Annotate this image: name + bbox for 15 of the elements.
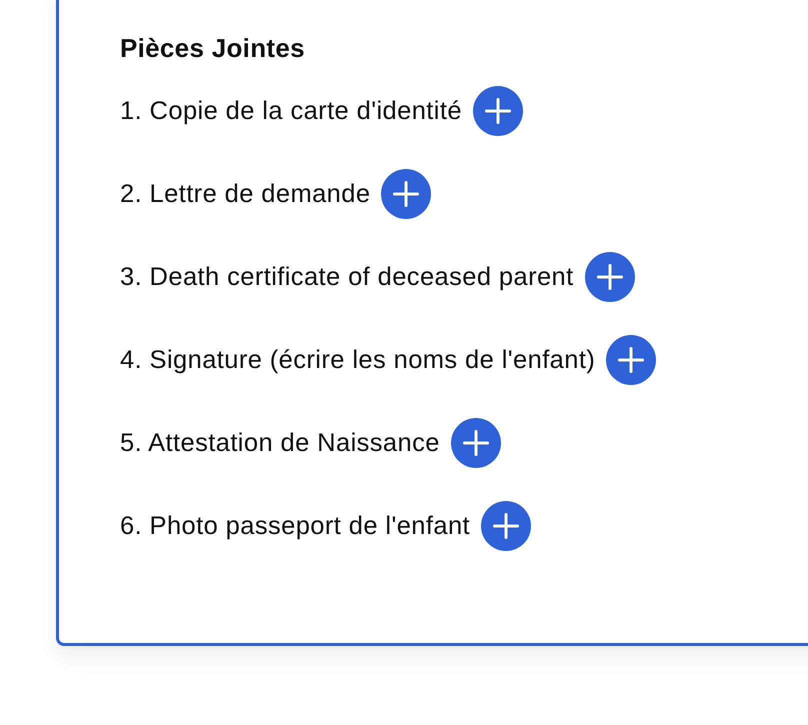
attachment-label: 5. Attestation de Naissance xyxy=(120,428,440,458)
add-button[interactable] xyxy=(472,86,523,136)
attachment-label: 3. Death certificate of deceased parent xyxy=(120,262,574,292)
plus-icon xyxy=(484,98,511,124)
attachment-label: 4. Signature (écrire les noms de l'enfant) xyxy=(120,345,596,375)
plus-icon xyxy=(493,513,520,539)
plus-icon xyxy=(618,347,644,373)
plus-icon xyxy=(393,181,420,207)
add-button[interactable] xyxy=(606,335,656,385)
attachment-label: 1. Copie de la carte d'identité xyxy=(120,96,462,126)
attachment-label: 2. Lettre de demande xyxy=(120,179,370,209)
plus-icon xyxy=(462,430,489,456)
section-title: Pièces Jointes xyxy=(120,34,305,63)
attachment-label: 6. Photo passeport de l'enfant xyxy=(120,511,470,541)
plus-icon xyxy=(596,264,623,290)
